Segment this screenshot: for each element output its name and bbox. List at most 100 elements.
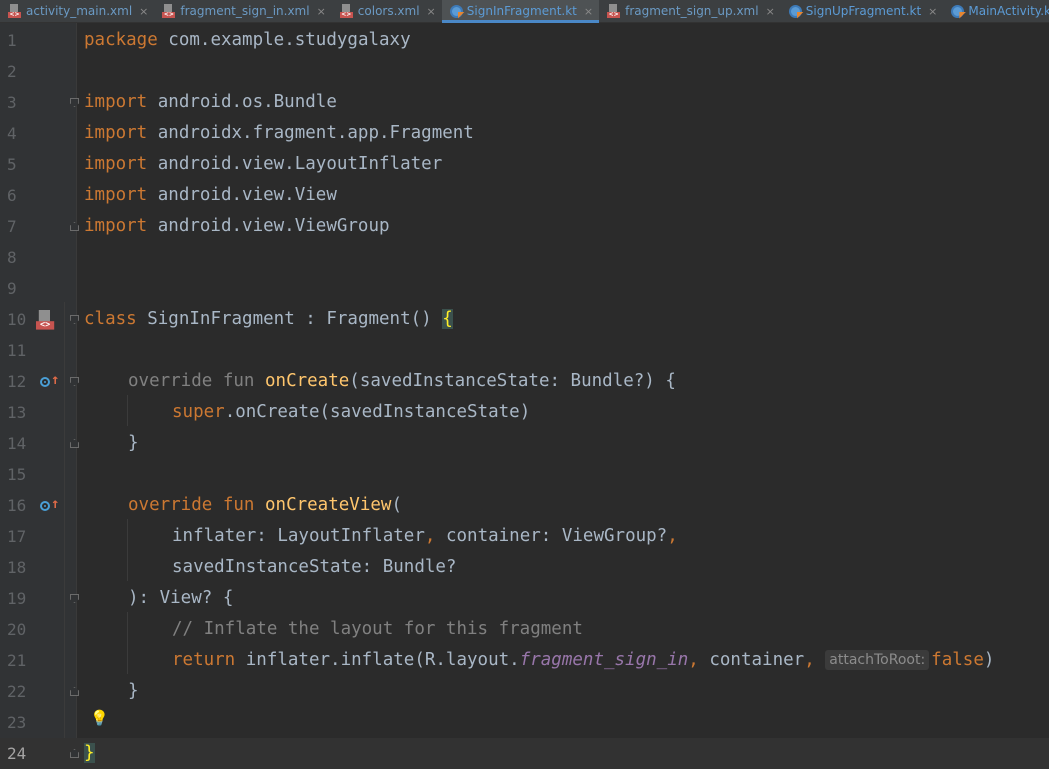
line-number: 18 (7, 558, 27, 577)
tab-colors-xml[interactable]: <> colors.xml × (332, 0, 442, 22)
function-name: onCreate (265, 371, 350, 391)
close-icon[interactable]: × (584, 5, 593, 18)
line-number: 3 (7, 93, 17, 112)
code-line: 3 import android.os.Bundle (0, 87, 1049, 118)
code-text[interactable]: ): View? { (128, 583, 233, 614)
close-icon[interactable]: × (139, 5, 148, 18)
code-text[interactable]: } (128, 676, 139, 707)
code-token: com.example.studygalaxy (157, 30, 411, 50)
code-token: savedInstanceState: Bundle? (172, 557, 457, 577)
code-text[interactable]: package com.example.studygalaxy (84, 25, 411, 56)
code-token: ( (391, 495, 402, 515)
line-number: 4 (7, 124, 17, 143)
code-text[interactable]: } (84, 738, 95, 769)
fold-toggle-icon[interactable] (70, 222, 79, 231)
xml-layout-icon: <> (607, 4, 621, 18)
editor-tab-bar: <> activity_main.xml × <> fragment_sign_… (0, 0, 1049, 23)
kotlin-class-icon (449, 4, 463, 18)
function-name: onCreateView (265, 495, 392, 515)
line-number: 13 (7, 403, 27, 422)
tab-signinfragment-kt[interactable]: SignInFragment.kt × (441, 0, 600, 23)
tab-label: colors.xml (357, 4, 420, 18)
code-text[interactable]: override fun onCreateView( (128, 490, 402, 521)
code-line: 18 savedInstanceState: Bundle? (0, 552, 1049, 583)
code-text[interactable]: } (128, 428, 139, 459)
keyword: fun (222, 495, 255, 515)
line-number: 1 (7, 31, 17, 50)
tab-activity-main-xml[interactable]: <> activity_main.xml × (0, 0, 154, 22)
code-editor[interactable]: 1 package com.example.studygalaxy 2 3 im… (0, 23, 1049, 769)
xml-layout-icon: <> (339, 4, 354, 18)
kotlin-class-icon (788, 4, 802, 18)
fold-toggle-icon[interactable] (70, 594, 79, 603)
code-text[interactable]: import androidx.fragment.app.Fragment (84, 118, 474, 149)
fold-toggle-icon[interactable] (70, 377, 79, 386)
code-line: 13 super.onCreate(savedInstanceState) (0, 397, 1049, 428)
code-line: 10 <> class SignInFragment : Fragment() … (0, 304, 1049, 335)
tab-mainactivity-kt[interactable]: MainActivity.kt × (943, 0, 1049, 22)
code-line: 14 } (0, 428, 1049, 459)
line-number: 16 (7, 496, 27, 515)
keyword: class (84, 309, 137, 329)
arrow-up-icon: ↑ (51, 372, 60, 388)
code-text[interactable]: class SignInFragment : Fragment() { (84, 304, 453, 335)
keyword: override (128, 495, 213, 515)
code-text[interactable]: import android.view.LayoutInflater (84, 149, 442, 180)
code-line: 19 ): View? { (0, 583, 1049, 614)
line-number: 17 (7, 527, 27, 546)
matched-brace: } (84, 743, 95, 763)
code-line: 20 // Inflate the layout for this fragme… (0, 614, 1049, 645)
code-line: 11 (0, 335, 1049, 366)
tab-label: SignInFragment.kt (466, 4, 577, 18)
tab-signupfragment-kt[interactable]: SignUpFragment.kt × (781, 0, 944, 22)
matched-brace: { (442, 309, 453, 329)
code-text[interactable]: import android.os.Bundle (84, 87, 337, 118)
code-line: 8 (0, 242, 1049, 273)
tab-label: SignUpFragment.kt (805, 4, 922, 18)
fold-toggle-icon[interactable] (70, 98, 79, 107)
code-line: 7 import android.view.ViewGroup (0, 211, 1049, 242)
fold-toggle-icon[interactable] (70, 315, 79, 324)
code-text[interactable]: import android.view.ViewGroup (84, 211, 390, 242)
line-number: 12 (7, 372, 27, 391)
layout-xml-icon[interactable]: <> (36, 310, 56, 330)
tab-label: fragment_sign_up.xml (625, 4, 759, 18)
code-line: 12 ↑ override fun onCreate(savedInstance… (0, 366, 1049, 397)
code-text[interactable]: override fun onCreate(savedInstanceState… (128, 366, 676, 397)
override-method-icon[interactable] (40, 501, 50, 511)
code-token: android.view.View (147, 185, 337, 205)
code-token: androidx.fragment.app.Fragment (147, 123, 474, 143)
code-token: SignInFragment : Fragment() (136, 309, 443, 329)
code-text[interactable]: super.onCreate(savedInstanceState) (172, 397, 530, 428)
override-method-icon[interactable] (40, 377, 50, 387)
arrow-up-icon: ↑ (51, 496, 60, 512)
code-text[interactable]: inflater: LayoutInflater, container: Vie… (172, 521, 678, 552)
lightbulb-icon[interactable]: 💡 (90, 709, 109, 727)
keyword: override (128, 371, 213, 391)
line-number: 21 (7, 651, 27, 670)
code-line: 5 import android.view.LayoutInflater (0, 149, 1049, 180)
code-text[interactable]: import android.view.View (84, 180, 337, 211)
code-text[interactable]: return inflater.inflate(R.layout.fragmen… (172, 645, 994, 676)
kotlin-class-icon (951, 4, 965, 18)
punctuation: , (667, 526, 678, 546)
tab-fragment-sign-in-xml[interactable]: <> fragment_sign_in.xml × (154, 0, 331, 22)
close-icon[interactable]: × (766, 5, 775, 18)
close-icon[interactable]: × (317, 5, 326, 18)
tab-label: fragment_sign_in.xml (180, 4, 310, 18)
code-line: 17 inflater: LayoutInflater, container: … (0, 521, 1049, 552)
fold-toggle-icon[interactable] (70, 439, 79, 448)
keyword: false (931, 650, 984, 670)
keyword: import (84, 185, 148, 205)
code-text[interactable]: savedInstanceState: Bundle? (172, 552, 456, 583)
code-line: 16 ↑ override fun onCreateView( (0, 490, 1049, 521)
fold-toggle-icon[interactable] (70, 687, 79, 696)
tab-fragment-sign-up-xml[interactable]: <> fragment_sign_up.xml × (599, 0, 781, 22)
close-icon[interactable]: × (928, 5, 937, 18)
line-number: 24 (7, 744, 27, 763)
comment[interactable]: // Inflate the layout for this fragment (172, 614, 583, 645)
line-number: 19 (7, 589, 27, 608)
fold-toggle-icon[interactable] (70, 749, 79, 758)
close-icon[interactable]: × (427, 5, 436, 18)
layout-reference: fragment_sign_in (519, 650, 689, 670)
